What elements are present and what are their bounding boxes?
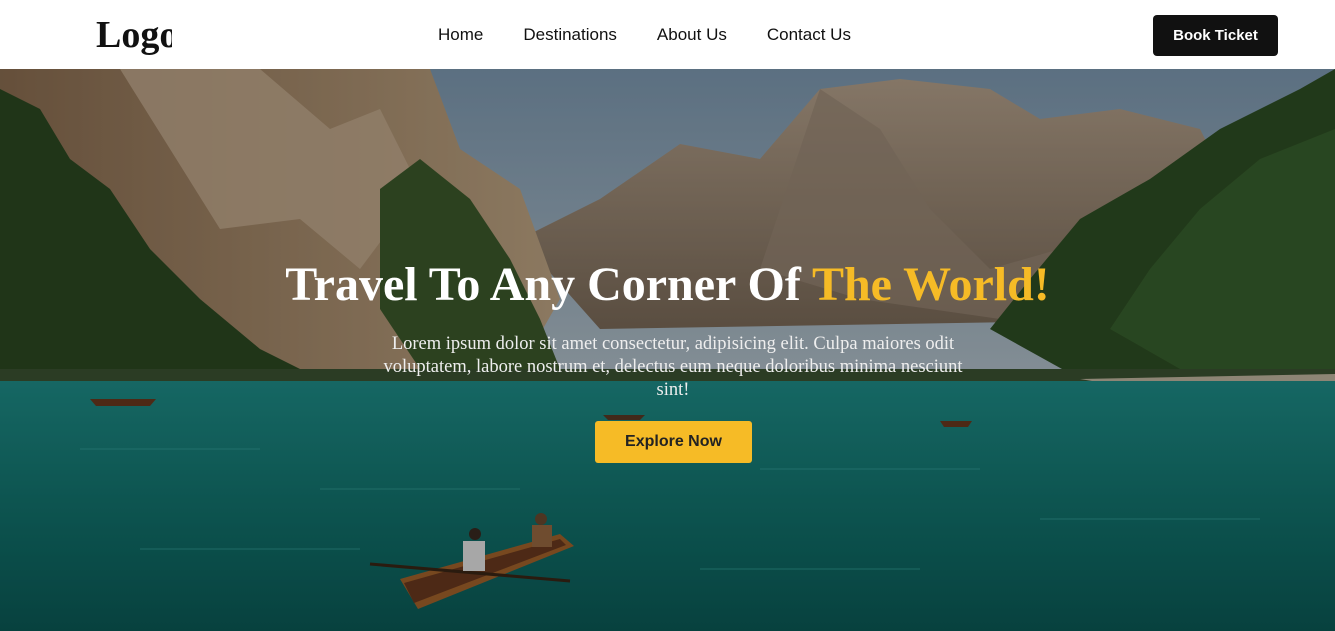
nav-link-destinations[interactable]: Destinations: [523, 24, 617, 46]
hero-section: Travel To Any Corner Of The World! Lorem…: [0, 69, 1335, 631]
logo[interactable]: Logo: [96, 14, 172, 56]
hero-title: Travel To Any Corner Of The World!: [0, 257, 1335, 313]
nav-link-home[interactable]: Home: [438, 24, 483, 46]
hero-title-accent: The World!: [811, 258, 1050, 311]
nav-link-about-us[interactable]: About Us: [657, 24, 727, 46]
nav-links: Home Destinations About Us Contact Us: [438, 24, 851, 46]
nav-link-contact-us[interactable]: Contact Us: [767, 24, 851, 46]
explore-now-button[interactable]: Explore Now: [595, 421, 752, 463]
hero-description: Lorem ipsum dolor sit amet consectetur, …: [383, 334, 963, 400]
hero-title-main: Travel To Any Corner Of: [285, 258, 812, 311]
book-ticket-button[interactable]: Book Ticket: [1153, 15, 1278, 56]
navbar: Logo Home Destinations About Us Contact …: [0, 0, 1335, 69]
